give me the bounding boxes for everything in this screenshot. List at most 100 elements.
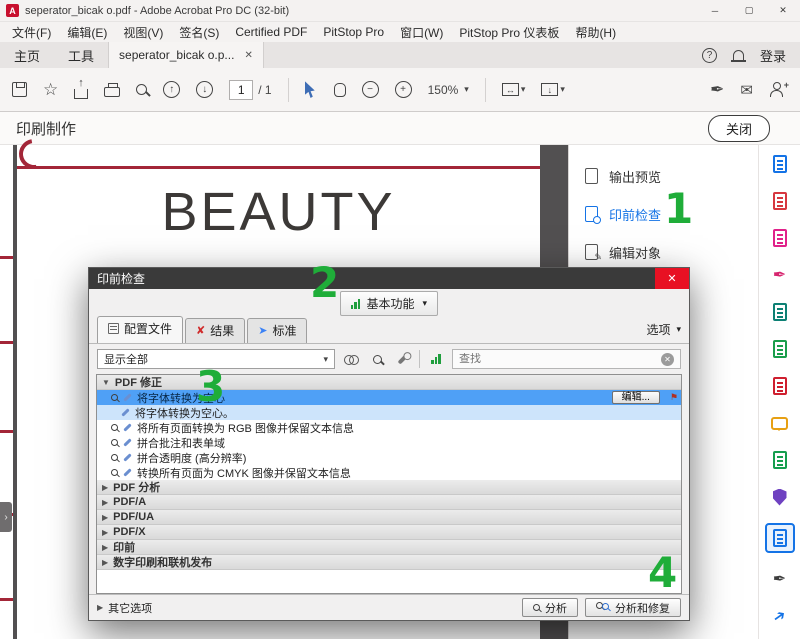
tool-edit-object[interactable]: 编辑对象 — [569, 233, 758, 271]
zoom-in-icon[interactable]: + — [395, 81, 412, 98]
zoom-level-dropdown[interactable]: 150% ▾ — [428, 83, 469, 97]
print-production-icon[interactable] — [769, 449, 791, 471]
profile-row[interactable]: 拼合批注和表单域 — [97, 435, 681, 450]
navigation-pane-handle[interactable]: › — [0, 502, 12, 532]
clear-search-icon[interactable]: ✕ — [661, 353, 674, 366]
tab-standards[interactable]: ➤ 标准 — [247, 318, 307, 343]
analyze-and-fix-button[interactable]: 分析和修复 — [585, 598, 681, 617]
triangle-collapsed-icon: ▶ — [102, 528, 108, 537]
magnifier-icon — [373, 355, 382, 364]
chevron-down-icon: ▾ — [521, 84, 526, 95]
edit-profile-button[interactable]: 编辑... — [612, 391, 660, 404]
triangle-collapsed-icon: ▶ — [102, 483, 108, 492]
menu-file[interactable]: 文件(F) — [4, 24, 59, 41]
page-display-dropdown[interactable]: ↓ ▾ — [541, 83, 565, 96]
section-prepress[interactable]: ▶ 印前 — [97, 540, 681, 555]
maximize-icon[interactable]: ▢ — [732, 0, 766, 21]
profiles-tab-icon — [108, 323, 119, 334]
options-menu-button[interactable]: 选项 ▾ — [646, 321, 681, 343]
fixup-icon — [123, 438, 131, 446]
chevron-down-icon: ▾ — [422, 298, 427, 309]
fill-sign-icon[interactable]: ✒ — [769, 264, 791, 286]
search-input[interactable] — [459, 353, 657, 365]
section-pdf-fixups[interactable]: ▼ PDF 修正 — [97, 375, 681, 390]
section-digital-printing[interactable]: ▶ 数字印刷和联机发布 — [97, 555, 681, 570]
crop-mark-line — [0, 430, 13, 433]
search-icon[interactable] — [136, 84, 147, 95]
comment-icon[interactable] — [769, 412, 791, 434]
analyze-button[interactable]: 分析 — [522, 598, 578, 617]
tab-home[interactable]: 主页 — [0, 42, 54, 68]
organize-pages-icon[interactable] — [769, 190, 791, 212]
search-field[interactable]: ✕ — [452, 349, 681, 369]
profile-row[interactable]: 转换所有页面为 CMYK 图像并保留文本信息 — [97, 465, 681, 480]
dialog-close-icon[interactable]: ✕ — [655, 268, 689, 289]
section-pdfa[interactable]: ▶ PDF/A — [97, 495, 681, 510]
tab-close-icon[interactable]: ✕ — [244, 50, 252, 61]
triangle-expanded-icon: ▼ — [102, 378, 110, 387]
tab-profiles[interactable]: 配置文件 — [97, 316, 183, 343]
help-icon[interactable]: ? — [702, 48, 717, 63]
share-upload-icon[interactable] — [74, 89, 88, 99]
menu-view[interactable]: 视图(V) — [115, 24, 171, 41]
tab-tools[interactable]: 工具 — [54, 42, 108, 68]
other-options-toggle[interactable]: ▶ 其它选项 — [97, 600, 152, 616]
edit-pdf-icon[interactable]: ✒ — [769, 568, 791, 590]
view-profiles-button[interactable] — [341, 349, 361, 369]
action-wizard-icon[interactable] — [769, 301, 791, 323]
save-icon[interactable] — [12, 82, 27, 97]
section-pdfua[interactable]: ▶ PDF/UA — [97, 510, 681, 525]
optimize-pdf-icon[interactable] — [769, 338, 791, 360]
sign-in-button[interactable]: 登录 — [760, 46, 786, 65]
active-tool-icon[interactable] — [765, 523, 795, 553]
next-page-icon[interactable]: ↓ — [196, 81, 213, 98]
fit-width-dropdown[interactable]: ↔ ▾ — [502, 83, 526, 96]
page-total-label: / 1 — [258, 83, 271, 97]
annotation-step-2: 2 — [310, 262, 339, 304]
profile-row[interactable]: 拼合透明度 (高分辨率) — [97, 450, 681, 465]
tab-label: 标准 — [272, 322, 296, 339]
menu-window[interactable]: 窗口(W) — [392, 24, 451, 41]
library-bars-icon — [431, 354, 441, 364]
hand-tool-icon[interactable] — [334, 83, 346, 97]
dialog-title-bar[interactable]: 印前检查 ✕ — [89, 268, 689, 289]
section-pdf-analysis[interactable]: ▶ PDF 分析 — [97, 480, 681, 495]
send-email-icon[interactable]: ✉ — [740, 81, 753, 99]
more-tools-icon[interactable]: ➔ — [769, 605, 791, 627]
zoom-out-icon[interactable]: − — [362, 81, 379, 98]
profile-row[interactable]: 将字体转换为空心。 — [97, 405, 681, 420]
select-tool-icon[interactable] — [305, 81, 318, 98]
library-quick-button[interactable] — [426, 349, 446, 369]
library-selector-dropdown[interactable]: 基本功能 ▾ — [340, 291, 438, 316]
menu-certified-pdf[interactable]: Certified PDF — [227, 25, 315, 39]
close-print-production-button[interactable]: 关闭 — [708, 115, 770, 142]
minimize-icon[interactable]: ─ — [698, 0, 732, 21]
menu-sign[interactable]: 签名(S) — [171, 24, 227, 41]
search-profiles-button[interactable] — [367, 349, 387, 369]
section-pdfx[interactable]: ▶ PDF/X — [97, 525, 681, 540]
protect-icon[interactable] — [769, 486, 791, 508]
share-with-others-icon[interactable]: + — [769, 82, 784, 97]
menu-edit[interactable]: 编辑(E) — [59, 24, 115, 41]
edit-profiles-button[interactable] — [393, 349, 413, 369]
triangle-collapsed-icon: ▶ — [102, 558, 108, 567]
menu-help[interactable]: 帮助(H) — [567, 24, 624, 41]
fill-sign-pen-icon[interactable]: ✒ — [710, 80, 724, 100]
tab-results[interactable]: ✘ 结果 — [185, 318, 245, 343]
profile-row-selected[interactable]: 将字体转换为空心 编辑... ⚑ — [97, 390, 681, 405]
star-favorite-icon[interactable]: ☆ — [43, 80, 58, 100]
send-for-signature-icon[interactable] — [769, 375, 791, 397]
notifications-bell-icon[interactable] — [733, 50, 744, 60]
profile-row[interactable]: 将所有页面转换为 RGB 图像并保留文本信息 — [97, 420, 681, 435]
export-pdf-icon[interactable] — [769, 153, 791, 175]
print-icon[interactable] — [104, 87, 120, 97]
menu-pitstop-dashboard[interactable]: PitStop Pro 仪表板 — [451, 24, 567, 41]
menu-pitstop-pro[interactable]: PitStop Pro — [315, 25, 392, 39]
profile-label: 拼合透明度 (高分辨率) — [137, 450, 246, 466]
chevron-down-icon: ▾ — [560, 84, 565, 95]
tab-document[interactable]: seperator_bicak o.p... ✕ — [108, 42, 264, 68]
previous-page-icon[interactable]: ↑ — [163, 81, 180, 98]
create-pdf-icon[interactable] — [769, 227, 791, 249]
page-number-input[interactable] — [229, 80, 253, 100]
close-icon[interactable]: ✕ — [766, 0, 800, 21]
